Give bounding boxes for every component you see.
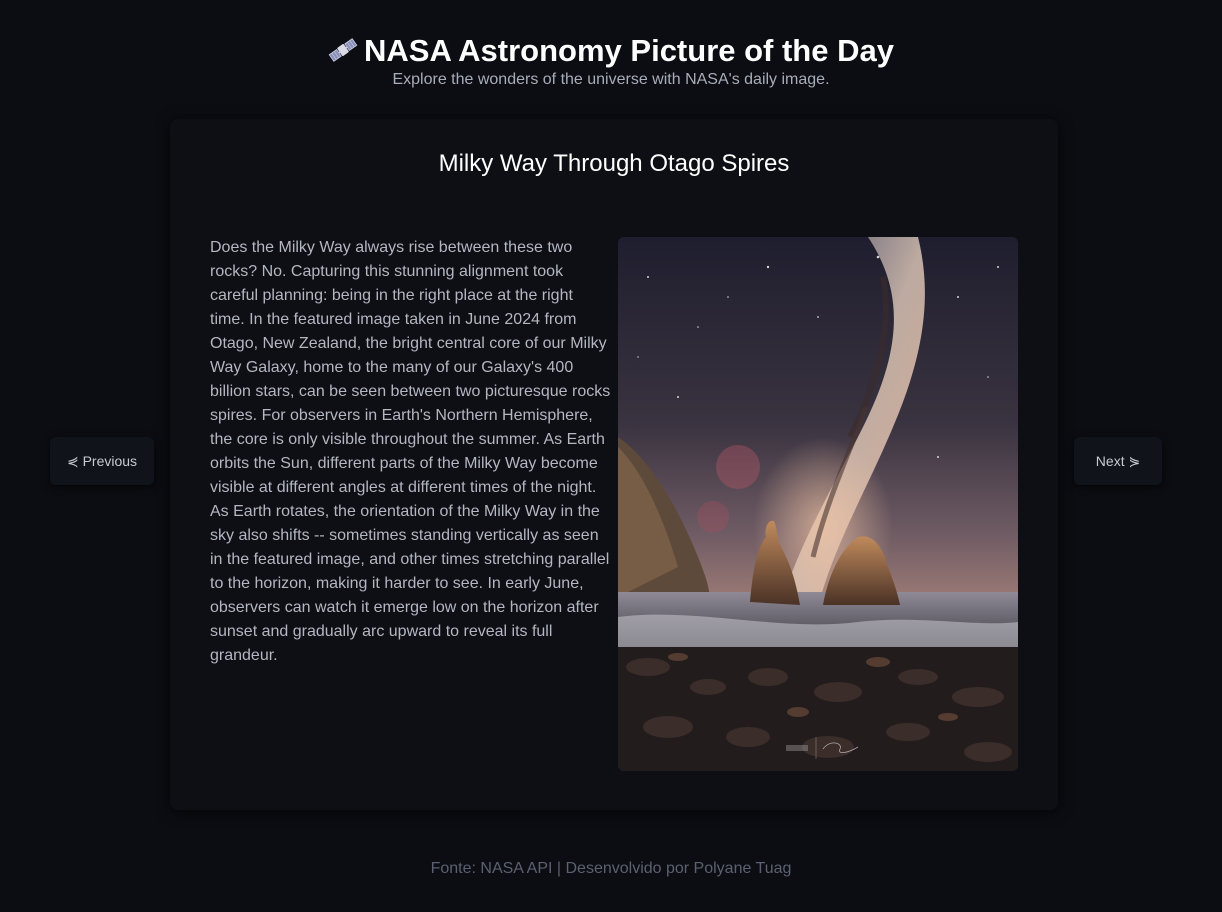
satellite-icon <box>328 38 358 62</box>
apod-image <box>618 237 1018 771</box>
apod-title: Milky Way Through Otago Spires <box>438 150 790 177</box>
previous-button[interactable]: ⋞ Previous <box>50 437 154 485</box>
page-title: NASA Astronomy Picture of the Day <box>0 32 1222 70</box>
milky-way-photo <box>618 237 1018 771</box>
page-subtitle: Explore the wonders of the universe with… <box>392 71 830 88</box>
page-title-text: NASA Astronomy Picture of the Day <box>364 33 894 68</box>
footer-credit: Fonte: NASA API | Desenvolvido por Polya… <box>430 860 792 877</box>
next-button[interactable]: Next ⋟ <box>1074 437 1162 485</box>
apod-explanation: Does the Milky Way always rise between t… <box>210 239 611 664</box>
